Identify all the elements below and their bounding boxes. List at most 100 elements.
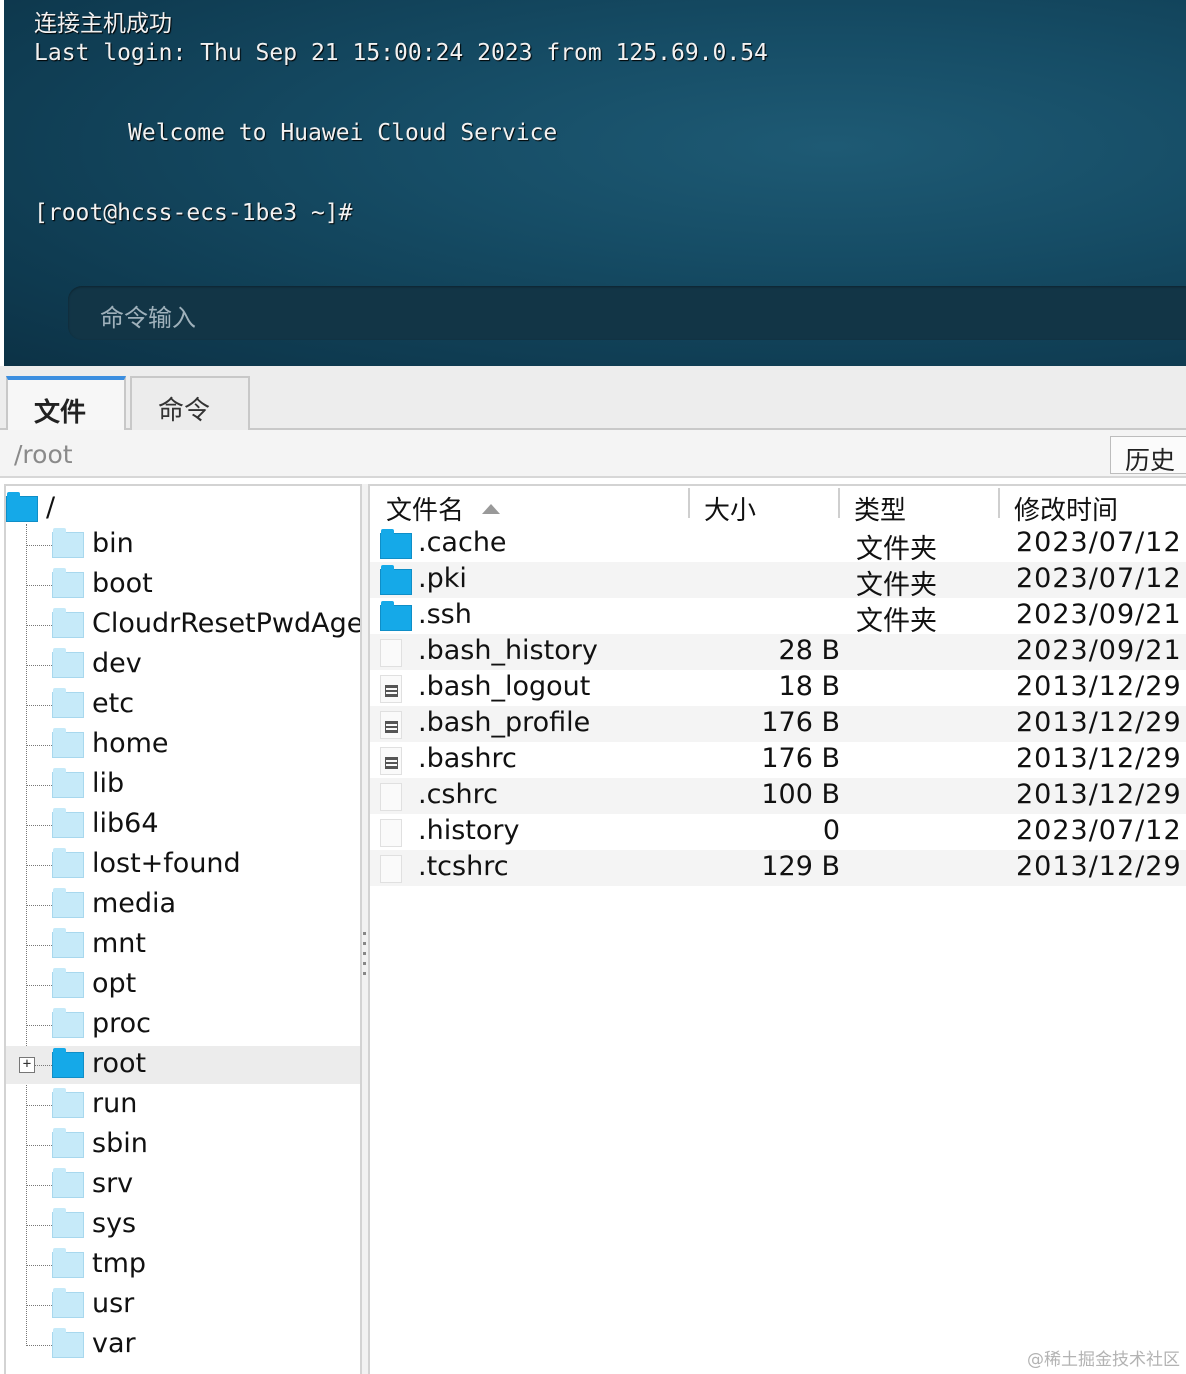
column-divider[interactable]: [998, 488, 1000, 518]
text-file-icon: [380, 711, 402, 739]
tree-item-label: dev: [92, 648, 142, 679]
folder-icon: [52, 688, 84, 718]
file-mtime: 2013/12/29 1: [1016, 779, 1186, 810]
tree-item-label: sbin: [92, 1128, 148, 1159]
file-mtime: 2023/09/21 1: [1016, 599, 1186, 630]
terminal-panel[interactable]: 连接主机成功 Last login: Thu Sep 21 15:00:24 2…: [4, 0, 1186, 366]
tab-commands[interactable]: 命令: [130, 376, 250, 430]
tab-bar: 文件 命令: [0, 366, 1186, 432]
folder-icon: [380, 565, 412, 595]
terminal-last-login: Last login: Thu Sep 21 15:00:24 2023 fro…: [34, 40, 768, 66]
tree-connector: [26, 665, 52, 666]
tree-connector: [26, 1105, 52, 1106]
tree-item-lib64[interactable]: lib64: [6, 806, 360, 844]
tree-item-proc[interactable]: proc: [6, 1006, 360, 1044]
tree-item-cloudrresetpwdagent[interactable]: CloudrResetPwdAgent: [6, 606, 360, 644]
tree-item-var[interactable]: var: [6, 1326, 360, 1364]
folder-icon: [52, 1008, 84, 1038]
folder-icon: [52, 768, 84, 798]
tree-connector: [26, 945, 52, 946]
tree-root-label: /: [46, 492, 56, 523]
tree-item-sbin[interactable]: sbin: [6, 1126, 360, 1164]
tree-item-opt[interactable]: opt: [6, 966, 360, 1004]
file-icon-cell: [380, 819, 402, 847]
file-row[interactable]: .ssh 文件夹 2023/09/21 1: [370, 598, 1186, 637]
tree-item-label: bin: [92, 528, 134, 559]
file-row[interactable]: .bash_logout 18 B 2013/12/29 1: [370, 670, 1186, 706]
folder-icon: [52, 1168, 84, 1198]
column-divider[interactable]: [838, 488, 840, 518]
file-size: 129 B: [761, 851, 840, 882]
file-row[interactable]: .pki 文件夹 2023/07/12 2: [370, 562, 1186, 601]
file-row[interactable]: .bash_profile 176 B 2013/12/29 1: [370, 706, 1186, 742]
expand-icon[interactable]: +: [19, 1057, 35, 1073]
file-name: .ssh: [418, 599, 472, 630]
watermark: @稀土掘金技术社区: [1027, 1350, 1180, 1370]
tree-connector: [26, 825, 52, 826]
folder-icon: [52, 1048, 84, 1078]
folder-icon: [6, 492, 38, 522]
tree-item-home[interactable]: home: [6, 726, 360, 764]
history-button[interactable]: 历史: [1110, 436, 1186, 475]
file-row[interactable]: .bash_history 28 B 2023/09/21 1: [370, 634, 1186, 670]
tree-item-boot[interactable]: boot: [6, 566, 360, 604]
tree-item-run[interactable]: run: [6, 1086, 360, 1124]
tab-files[interactable]: 文件: [6, 376, 126, 432]
column-header-size[interactable]: 大小: [704, 490, 756, 527]
tree-item-tmp[interactable]: tmp: [6, 1246, 360, 1284]
tree-connector: [26, 1345, 52, 1346]
column-header-name[interactable]: 文件名: [386, 490, 501, 527]
file-size: 18 B: [778, 671, 840, 702]
tree-connector: [26, 585, 52, 586]
file-icon-cell: [380, 855, 402, 883]
file-icon-cell: [380, 639, 402, 667]
tree-item-label: var: [92, 1328, 136, 1359]
command-input-placeholder: 命令输入: [100, 304, 196, 332]
column-header-mtime[interactable]: 修改时间: [1014, 490, 1118, 527]
file-name: .bashrc: [418, 743, 517, 774]
tree-item-label: media: [92, 888, 177, 919]
tree-item-lost-found[interactable]: lost+found: [6, 846, 360, 884]
tree-item-lib[interactable]: lib: [6, 766, 360, 804]
tree-item-dev[interactable]: dev: [6, 646, 360, 684]
folder-icon: [52, 528, 84, 558]
file-size: 0: [822, 815, 840, 846]
tree-item-label: tmp: [92, 1248, 147, 1279]
tree-item-sys[interactable]: sys: [6, 1206, 360, 1244]
file-name: .pki: [418, 563, 467, 594]
tree-item-bin[interactable]: bin: [6, 526, 360, 564]
column-divider[interactable]: [688, 488, 690, 518]
file-type: 文件夹: [856, 570, 937, 601]
tree-item-srv[interactable]: srv: [6, 1166, 360, 1204]
folder-icon: [52, 968, 84, 998]
tree-item-usr[interactable]: usr: [6, 1286, 360, 1324]
tree-connector: [26, 785, 52, 786]
tree-connector: [26, 1225, 52, 1226]
file-mtime: 2023/07/12 2: [1016, 527, 1186, 558]
file-row[interactable]: .bashrc 176 B 2013/12/29 1: [370, 742, 1186, 778]
tree-item-root[interactable]: + root: [6, 1046, 360, 1084]
file-row[interactable]: .cache 文件夹 2023/07/12 2: [370, 526, 1186, 565]
tree-item-mnt[interactable]: mnt: [6, 926, 360, 964]
tree-item-media[interactable]: media: [6, 886, 360, 924]
tree-connector: [26, 905, 52, 906]
file-row[interactable]: .tcshrc 129 B 2013/12/29 1: [370, 850, 1186, 886]
file-type: 文件夹: [856, 534, 937, 565]
file-row[interactable]: .history 0 2023/07/12 2: [370, 814, 1186, 850]
tree-item-label: lib64: [92, 808, 159, 839]
column-header-type[interactable]: 类型: [854, 490, 906, 527]
tree-connector: [26, 985, 52, 986]
tree-item-etc[interactable]: etc: [6, 686, 360, 724]
command-input[interactable]: 命令输入: [68, 286, 1186, 340]
file-icon-cell: [380, 711, 402, 739]
path-input[interactable]: /root: [14, 440, 73, 469]
tree-item-label: boot: [92, 568, 153, 599]
file-row[interactable]: .cshrc 100 B 2013/12/29 1: [370, 778, 1186, 814]
folder-icon: [52, 1088, 84, 1118]
folder-icon: [52, 1128, 84, 1158]
tree-connector: [26, 1305, 52, 1306]
file-icon-cell: [380, 601, 412, 631]
folder-icon: [52, 888, 84, 918]
file-icon-cell: [380, 565, 412, 595]
folder-icon: [380, 601, 412, 631]
